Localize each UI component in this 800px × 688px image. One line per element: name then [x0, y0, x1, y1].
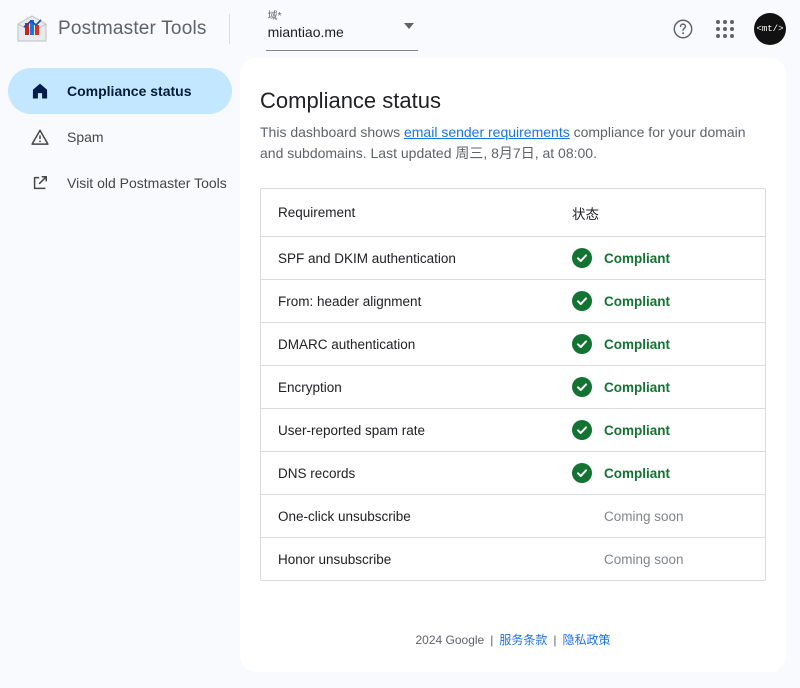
footer-separator: |	[490, 633, 493, 647]
status-text: Compliant	[604, 423, 670, 438]
apps-grid-icon	[716, 20, 734, 38]
open-in-new-icon	[30, 173, 50, 193]
requirement-cell: DMARC authentication	[261, 337, 572, 352]
column-header-status: 状态	[572, 203, 765, 223]
email-sender-requirements-link[interactable]: email sender requirements	[404, 124, 570, 140]
column-header-requirement: Requirement	[261, 205, 572, 220]
table-row: DNS records Compliant	[261, 451, 765, 494]
check-circle-icon	[572, 377, 592, 397]
brand: Postmaster Tools	[16, 15, 207, 43]
status-cell: Coming soon	[572, 549, 765, 569]
app-title: Postmaster Tools	[58, 18, 207, 40]
sidebar: Compliance status Spam Visit old Postmas…	[0, 58, 240, 688]
top-bar: Postmaster Tools 域* miantiao.me <mt/>	[0, 0, 800, 58]
terms-of-service-link[interactable]: 服务条款	[499, 633, 547, 647]
copyright-text: 2024 Google	[415, 633, 484, 647]
status-cell: Compliant	[572, 377, 765, 397]
table-row: From: header alignment Compliant	[261, 279, 765, 322]
check-circle-icon	[572, 420, 592, 440]
requirement-cell: SPF and DKIM authentication	[261, 251, 572, 266]
table-row: Honor unsubscribe Coming soon	[261, 537, 765, 580]
sidebar-item-spam[interactable]: Spam	[8, 114, 232, 160]
apps-launcher-button[interactable]	[712, 16, 738, 42]
postmaster-tools-logo-icon	[16, 15, 48, 43]
table-row: One-click unsubscribe Coming soon	[261, 494, 765, 537]
sidebar-item-visit-old-postmaster-tools[interactable]: Visit old Postmaster Tools	[8, 160, 232, 206]
layout: Compliance status Spam Visit old Postmas…	[0, 58, 800, 688]
requirement-cell: One-click unsubscribe	[261, 509, 572, 524]
status-cell: Compliant	[572, 420, 765, 440]
status-cell: Compliant	[572, 291, 765, 311]
domain-selector-value: miantiao.me	[268, 24, 344, 40]
table-body: SPF and DKIM authentication Compliant Fr…	[261, 236, 765, 580]
check-circle-icon	[572, 291, 592, 311]
status-text: Coming soon	[604, 509, 684, 524]
compliance-table: Requirement 状态 SPF and DKIM authenticati…	[260, 188, 766, 581]
table-header-row: Requirement 状态	[261, 189, 765, 236]
table-row: DMARC authentication Compliant	[261, 322, 765, 365]
status-cell: Compliant	[572, 463, 765, 483]
status-cell: Coming soon	[572, 506, 765, 526]
table-row: User-reported spam rate Compliant	[261, 408, 765, 451]
table-row: Encryption Compliant	[261, 365, 765, 408]
card-footer: 2024 Google | 服务条款 | 隐私政策	[240, 631, 786, 648]
home-icon	[30, 81, 50, 101]
main-content-card: Compliance status This dashboard shows e…	[240, 58, 786, 672]
sidebar-item-label: Visit old Postmaster Tools	[67, 175, 227, 191]
status-text: Compliant	[604, 294, 670, 309]
warning-icon	[30, 127, 50, 147]
help-icon	[672, 18, 694, 40]
table-row: SPF and DKIM authentication Compliant	[261, 236, 765, 279]
sidebar-item-compliance-status[interactable]: Compliance status	[8, 68, 232, 114]
page-description: This dashboard shows email sender requir…	[260, 122, 766, 164]
topbar-actions: <mt/>	[670, 13, 786, 45]
status-cell: Compliant	[572, 248, 765, 268]
requirement-cell: From: header alignment	[261, 294, 572, 309]
footer-separator: |	[553, 633, 556, 647]
description-prefix: This dashboard shows	[260, 124, 404, 140]
status-cell: Compliant	[572, 334, 765, 354]
domain-selector[interactable]: 域* miantiao.me	[266, 7, 418, 51]
privacy-policy-link[interactable]: 隐私政策	[562, 633, 610, 647]
domain-selector-label: 域*	[268, 11, 416, 23]
status-text: Compliant	[604, 380, 670, 395]
check-circle-icon	[572, 248, 592, 268]
status-text: Compliant	[604, 466, 670, 481]
divider	[229, 14, 230, 44]
status-text: Coming soon	[604, 552, 684, 567]
status-text: Compliant	[604, 251, 670, 266]
check-circle-icon	[572, 463, 592, 483]
check-circle-icon	[572, 334, 592, 354]
requirement-cell: DNS records	[261, 466, 572, 481]
requirement-cell: Encryption	[261, 380, 572, 395]
account-avatar[interactable]: <mt/>	[754, 13, 786, 45]
chevron-down-icon	[404, 23, 414, 29]
requirement-cell: Honor unsubscribe	[261, 552, 572, 567]
sidebar-item-label: Spam	[67, 129, 104, 145]
status-text: Compliant	[604, 337, 670, 352]
requirement-cell: User-reported spam rate	[261, 423, 572, 438]
page-title: Compliance status	[260, 88, 766, 114]
help-button[interactable]	[670, 16, 696, 42]
sidebar-item-label: Compliance status	[67, 83, 191, 99]
